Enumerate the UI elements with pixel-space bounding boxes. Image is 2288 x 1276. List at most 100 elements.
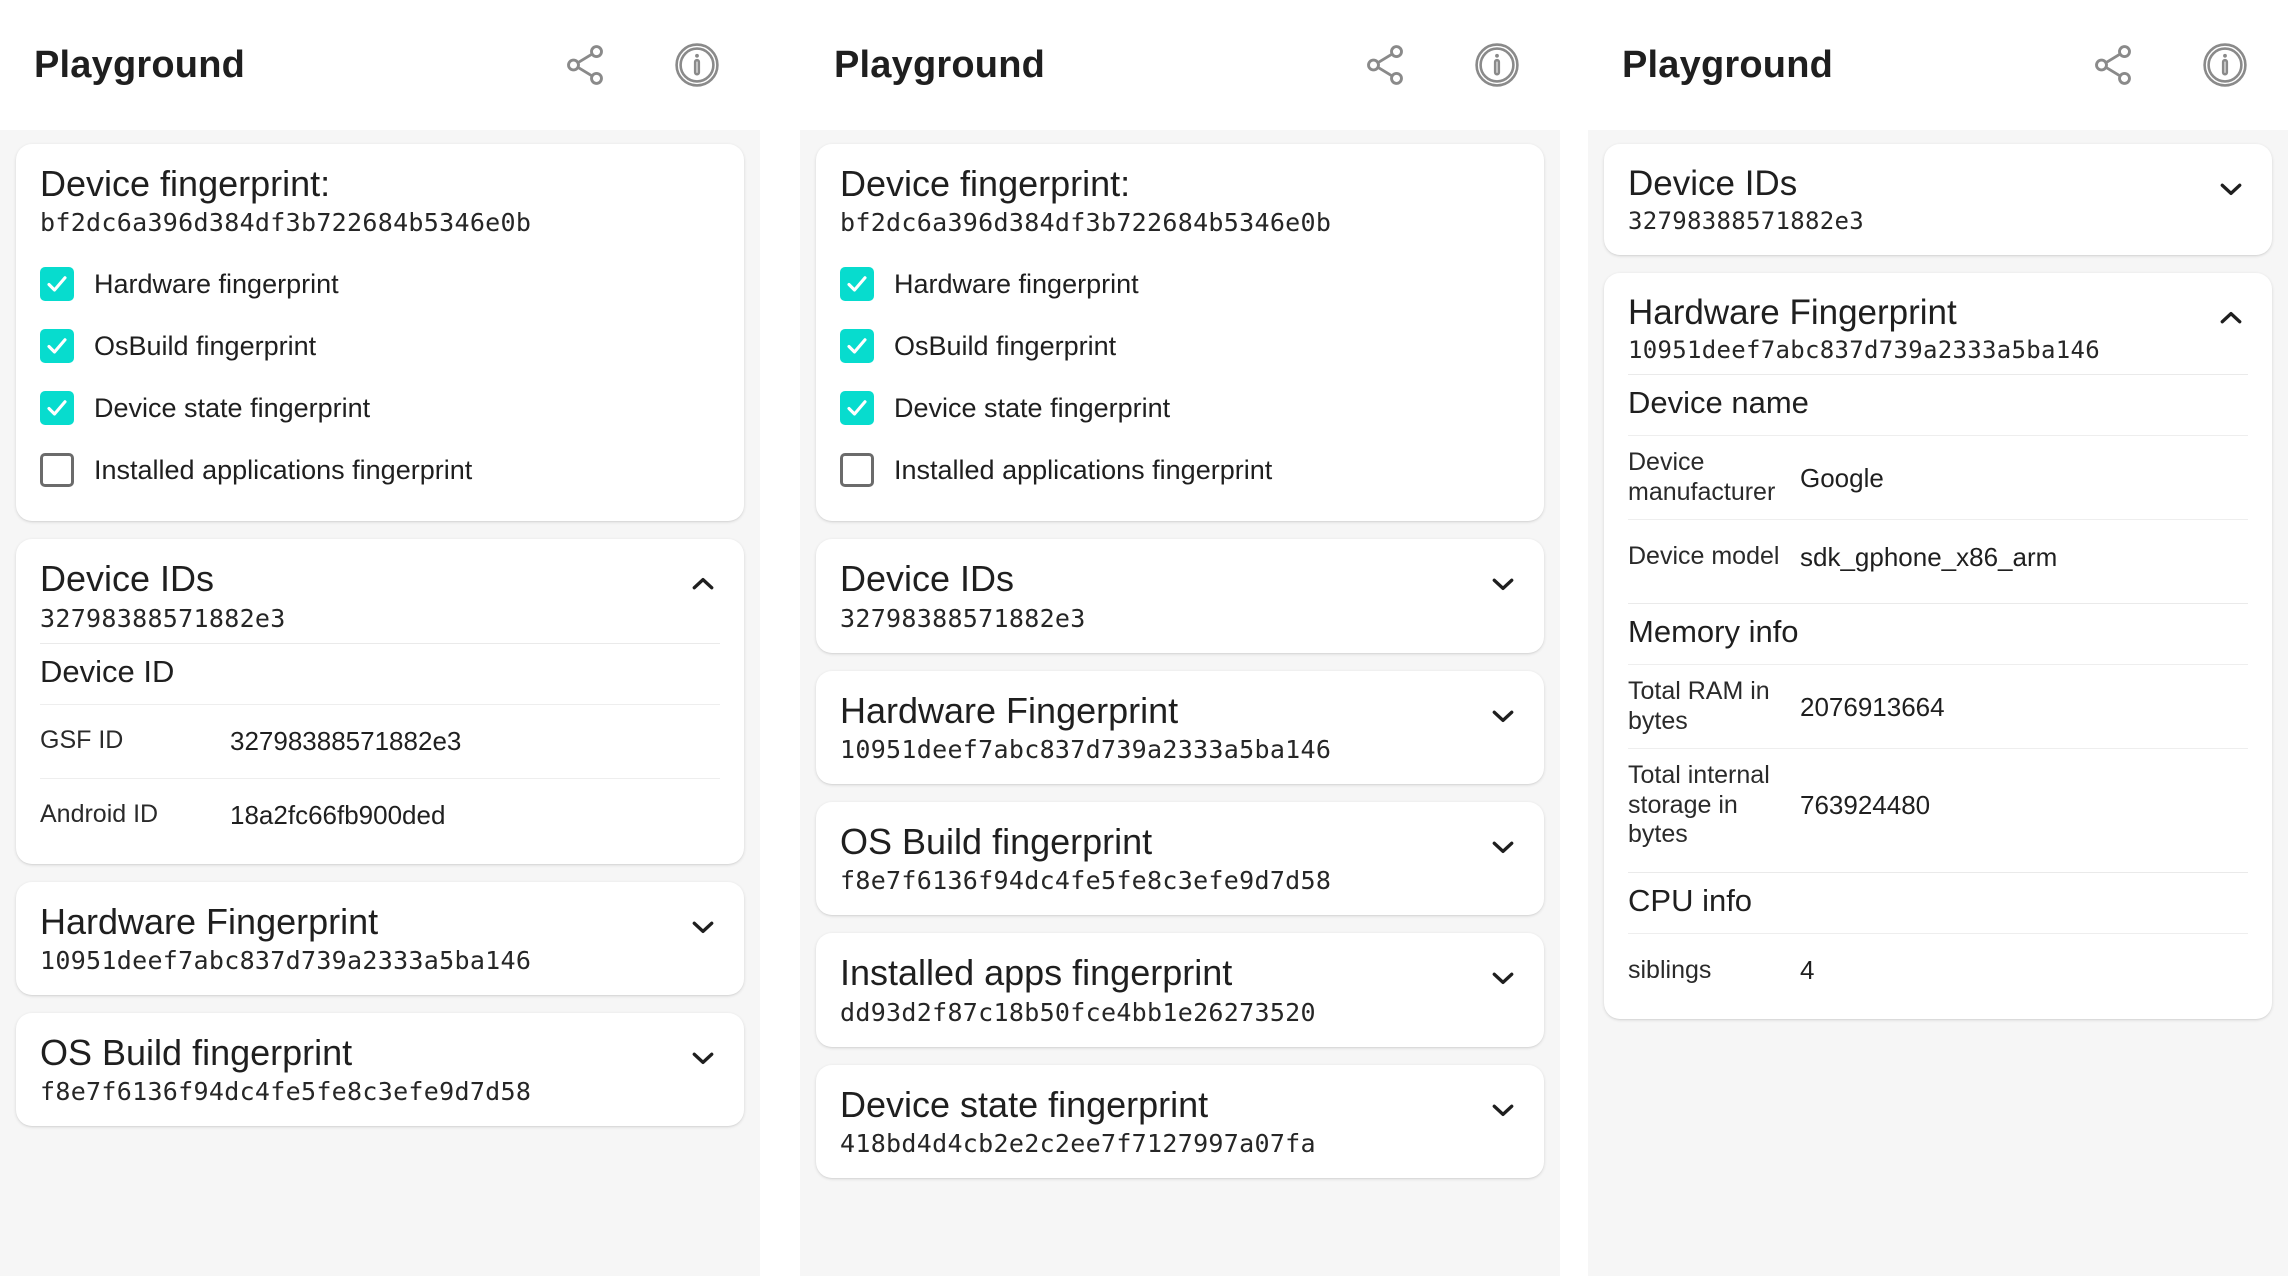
fingerprint-options-list: Hardware fingerprint OsBuild fingerprint… [40, 253, 720, 501]
chevron-down-icon[interactable] [1486, 961, 1520, 995]
os-build-fingerprint-card: OS Build fingerprint f8e7f6136f94dc4fe5f… [16, 1013, 744, 1126]
row-key: siblings [1628, 956, 1800, 986]
row-value: 4 [1800, 955, 1814, 986]
device-state-fingerprint-header[interactable]: Device state fingerprint 418bd4d4cb2e2c2… [840, 1085, 1520, 1158]
device-name-subheading: Device name [1628, 374, 2248, 435]
chevron-up-icon[interactable] [686, 567, 720, 601]
hardware-fingerprint-value: 10951deef7abc837d739a2333a5ba146 [1628, 336, 2100, 364]
app-bar: Playground [800, 0, 1560, 130]
os-build-fingerprint-value: f8e7f6136f94dc4fe5fe8c3efe9d7d58 [840, 866, 1331, 895]
installed-apps-fingerprint-header[interactable]: Installed apps fingerprint dd93d2f87c18b… [840, 953, 1520, 1026]
table-row: Total RAM in bytes 2076913664 [1628, 664, 2248, 748]
info-icon[interactable] [670, 38, 724, 92]
device-ids-value: 32798388571882e3 [840, 604, 1086, 633]
checkbox-label: Device state fingerprint [94, 393, 370, 424]
content-scroll-3[interactable]: Device IDs 32798388571882e3 Hardware Fin… [1588, 130, 2288, 1276]
os-build-fingerprint-header[interactable]: OS Build fingerprint f8e7f6136f94dc4fe5f… [40, 1033, 720, 1106]
app-bar-actions [2086, 38, 2252, 92]
device-ids-card: Device IDs 32798388571882e3 [816, 539, 1544, 652]
fingerprint-options-list: Hardware fingerprint OsBuild fingerprint… [840, 253, 1520, 501]
chevron-down-icon[interactable] [1486, 699, 1520, 733]
list-item[interactable]: Device state fingerprint [840, 377, 1520, 439]
hardware-fingerprint-card: Hardware Fingerprint 10951deef7abc837d73… [1604, 273, 2272, 1019]
content-scroll-1[interactable]: Device fingerprint: bf2dc6a396d384df3b72… [0, 130, 760, 1276]
checkbox-osbuild-fingerprint[interactable] [40, 329, 74, 363]
device-ids-value: 32798388571882e3 [1628, 207, 1864, 235]
device-state-fingerprint-card: Device state fingerprint 418bd4d4cb2e2c2… [816, 1065, 1544, 1178]
screen-panel-2: Playground Dev [800, 0, 1560, 1276]
checkbox-hardware-fingerprint[interactable] [840, 267, 874, 301]
row-value: sdk_gphone_x86_arm [1800, 542, 2057, 573]
row-key: GSF ID [40, 726, 230, 756]
device-ids-header[interactable]: Device IDs 32798388571882e3 [40, 559, 720, 632]
checkbox-label: Installed applications fingerprint [894, 455, 1272, 486]
hardware-fingerprint-card: Hardware Fingerprint 10951deef7abc837d73… [16, 882, 744, 995]
row-value: 763924480 [1800, 790, 1930, 821]
app-bar: Playground [1588, 0, 2288, 130]
chevron-down-icon[interactable] [1486, 1093, 1520, 1127]
share-icon[interactable] [1358, 38, 1412, 92]
table-row: Device manufacturer Google [1628, 435, 2248, 519]
hardware-fingerprint-header[interactable]: Hardware Fingerprint 10951deef7abc837d73… [840, 691, 1520, 764]
table-row: Android ID 18a2fc66fb900ded [40, 778, 720, 852]
row-key: Total internal storage in bytes [1628, 761, 1800, 850]
device-ids-header[interactable]: Device IDs 32798388571882e3 [840, 559, 1520, 632]
chevron-up-icon[interactable] [2214, 301, 2248, 335]
info-icon[interactable] [1470, 38, 1524, 92]
screen-panel-1: Playground Dev [0, 0, 760, 1276]
chevron-down-icon[interactable] [686, 910, 720, 944]
checkbox-label: OsBuild fingerprint [94, 331, 316, 362]
row-key: Android ID [40, 800, 230, 830]
row-value: Google [1800, 463, 1884, 494]
device-ids-value: 32798388571882e3 [40, 604, 286, 633]
screen-panel-3: Playground [1588, 0, 2288, 1276]
share-icon[interactable] [558, 38, 612, 92]
list-item[interactable]: Installed applications fingerprint [840, 439, 1520, 501]
checkbox-osbuild-fingerprint[interactable] [840, 329, 874, 363]
hardware-fingerprint-header[interactable]: Hardware Fingerprint 10951deef7abc837d73… [40, 902, 720, 975]
memory-info-subheading: Memory info [1628, 603, 2248, 664]
page-title: Playground [834, 44, 1358, 87]
os-build-fingerprint-header[interactable]: OS Build fingerprint f8e7f6136f94dc4fe5f… [840, 822, 1520, 895]
row-value: 18a2fc66fb900ded [230, 800, 445, 831]
section-title: Hardware Fingerprint [1628, 293, 2100, 332]
screenshot-triptych: Playground Dev [0, 0, 2288, 1276]
checkbox-installed-applications-fingerprint[interactable] [840, 453, 874, 487]
table-row: Device model sdk_gphone_x86_arm [1628, 519, 2248, 593]
chevron-down-icon[interactable] [2214, 172, 2248, 206]
chevron-down-icon[interactable] [686, 1041, 720, 1075]
checkbox-label: OsBuild fingerprint [894, 331, 1116, 362]
card-title: Device fingerprint: [40, 164, 720, 204]
checkbox-hardware-fingerprint[interactable] [40, 267, 74, 301]
app-bar-actions [558, 38, 724, 92]
page-title: Playground [1622, 44, 2086, 87]
checkbox-device-state-fingerprint[interactable] [840, 391, 874, 425]
cpu-info-subheading: CPU info [1628, 872, 2248, 933]
hardware-fingerprint-header[interactable]: Hardware Fingerprint 10951deef7abc837d73… [1628, 293, 2248, 364]
hardware-fingerprint-card: Hardware Fingerprint 10951deef7abc837d73… [816, 671, 1544, 784]
section-title: Device IDs [840, 559, 1086, 599]
os-build-fingerprint-card: OS Build fingerprint f8e7f6136f94dc4fe5f… [816, 802, 1544, 915]
table-row: Total internal storage in bytes 76392448… [1628, 748, 2248, 862]
chevron-down-icon[interactable] [1486, 567, 1520, 601]
device-state-fingerprint-value: 418bd4d4cb2e2c2ee7f7127997a07fa [840, 1129, 1316, 1158]
list-item[interactable]: Device state fingerprint [40, 377, 720, 439]
row-key: Device manufacturer [1628, 448, 1800, 507]
list-item[interactable]: Hardware fingerprint [40, 253, 720, 315]
checkbox-device-state-fingerprint[interactable] [40, 391, 74, 425]
list-item[interactable]: OsBuild fingerprint [840, 315, 1520, 377]
section-title: OS Build fingerprint [840, 822, 1331, 862]
chevron-down-icon[interactable] [1486, 830, 1520, 864]
installed-apps-fingerprint-card: Installed apps fingerprint dd93d2f87c18b… [816, 933, 1544, 1046]
info-icon[interactable] [2198, 38, 2252, 92]
device-ids-header[interactable]: Device IDs 32798388571882e3 [1628, 164, 2248, 235]
list-item[interactable]: Hardware fingerprint [840, 253, 1520, 315]
device-fingerprint-hash: bf2dc6a396d384df3b722684b5346e0b [40, 208, 720, 237]
content-scroll-2[interactable]: Device fingerprint: bf2dc6a396d384df3b72… [800, 130, 1560, 1276]
os-build-fingerprint-value: f8e7f6136f94dc4fe5fe8c3efe9d7d58 [40, 1077, 531, 1106]
app-bar: Playground [0, 0, 760, 130]
list-item[interactable]: Installed applications fingerprint [40, 439, 720, 501]
share-icon[interactable] [2086, 38, 2140, 92]
list-item[interactable]: OsBuild fingerprint [40, 315, 720, 377]
checkbox-installed-applications-fingerprint[interactable] [40, 453, 74, 487]
